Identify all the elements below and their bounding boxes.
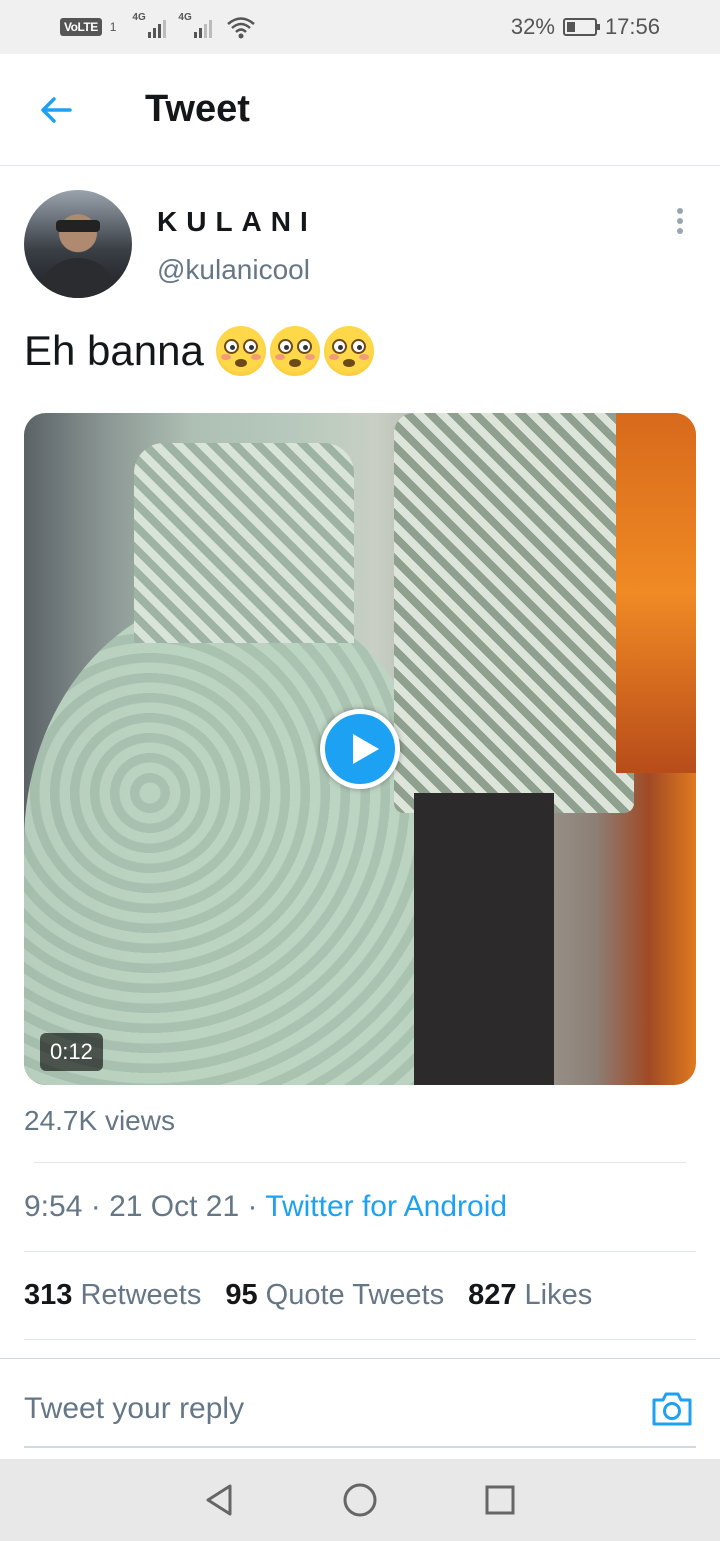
app-header: Tweet bbox=[0, 54, 720, 166]
sim-slot: 1 bbox=[109, 20, 117, 34]
signal-label-2: 4G bbox=[178, 12, 192, 23]
author-name[interactable]: KULANI bbox=[157, 206, 317, 238]
wifi-icon bbox=[227, 17, 256, 39]
tweet-time: 9:54 bbox=[24, 1190, 83, 1223]
tweet-source-link[interactable]: Twitter for Android bbox=[265, 1190, 507, 1223]
battery-percent: 32% bbox=[510, 14, 555, 39]
volte-badge: VoLTE bbox=[60, 18, 102, 36]
circle-home-icon[interactable] bbox=[340, 1480, 380, 1520]
quote-label: Quote Tweets bbox=[265, 1279, 445, 1311]
reply-input[interactable]: Tweet your reply bbox=[24, 1392, 244, 1426]
divider bbox=[0, 1358, 720, 1359]
system-nav-bar bbox=[0, 1459, 720, 1541]
retweets-count: 313 bbox=[24, 1279, 73, 1311]
tweet-timestamp: 9:54 · 21 Oct 21 · Twitter for Android bbox=[24, 1190, 507, 1224]
tweet-text: Eh banna bbox=[24, 326, 374, 376]
video-player[interactable]: 0:12 bbox=[24, 413, 696, 1085]
tweet-body: Eh banna bbox=[24, 327, 204, 374]
arrow-left-icon[interactable] bbox=[36, 90, 76, 130]
square-recents-icon[interactable] bbox=[480, 1480, 520, 1520]
author-handle[interactable]: @kulanicool bbox=[157, 254, 310, 286]
flushed-face-icon bbox=[215, 326, 266, 376]
retweets-stat[interactable]: 313 Retweets bbox=[24, 1279, 201, 1312]
reply-underline bbox=[24, 1446, 696, 1448]
clock: 17:56 bbox=[604, 14, 660, 39]
flushed-face-icon bbox=[323, 326, 374, 376]
quote-tweets-stat[interactable]: 95 Quote Tweets bbox=[225, 1279, 444, 1312]
likes-stat[interactable]: 827 Likes bbox=[468, 1279, 592, 1312]
status-right: 32% 17:56 bbox=[511, 14, 660, 40]
play-icon[interactable] bbox=[320, 709, 400, 789]
quote-count: 95 bbox=[225, 1279, 258, 1311]
flushed-face-emojis bbox=[215, 326, 374, 376]
signal-icon: 4G bbox=[132, 12, 167, 38]
triangle-back-icon[interactable] bbox=[200, 1480, 240, 1520]
divider bbox=[24, 1251, 696, 1252]
likes-count: 827 bbox=[468, 1279, 517, 1311]
signal-icon-2: 4G bbox=[178, 12, 213, 38]
more-vertical-icon[interactable] bbox=[670, 208, 690, 236]
retweets-label: Retweets bbox=[80, 1279, 202, 1311]
divider bbox=[24, 1339, 696, 1340]
camera-icon[interactable] bbox=[650, 1388, 694, 1428]
status-left: VoLTE 1 4G 4G bbox=[60, 12, 256, 39]
divider bbox=[34, 1162, 686, 1163]
engagement-stats: 313 Retweets 95 Quote Tweets 827 Likes bbox=[24, 1279, 592, 1312]
avatar[interactable] bbox=[24, 190, 132, 298]
video-duration: 0:12 bbox=[40, 1033, 103, 1071]
view-count: 24.7K views bbox=[24, 1105, 175, 1136]
status-bar: VoLTE 1 4G 4G 32% 17:56 bbox=[0, 0, 720, 54]
separator: · bbox=[247, 1190, 258, 1223]
tweet-date: 21 Oct 21 bbox=[109, 1190, 240, 1223]
flushed-face-icon bbox=[269, 326, 320, 376]
page-title: Tweet bbox=[145, 88, 250, 130]
signal-label: 4G bbox=[132, 12, 146, 23]
likes-label: Likes bbox=[524, 1279, 593, 1311]
battery-icon bbox=[562, 18, 600, 36]
separator: · bbox=[90, 1190, 101, 1223]
